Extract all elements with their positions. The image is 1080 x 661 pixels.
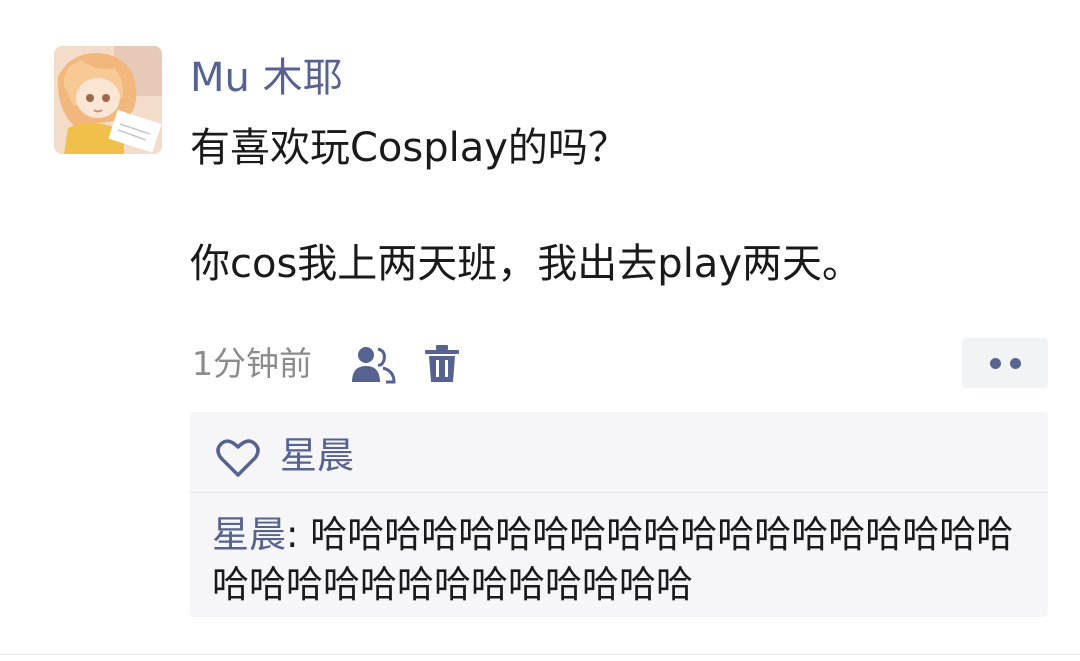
- like-user-name[interactable]: 星晨: [280, 432, 354, 480]
- trash-icon[interactable]: [424, 344, 460, 384]
- divider: [0, 654, 1080, 655]
- avatar-image: [54, 46, 162, 154]
- heart-icon: [216, 439, 260, 477]
- more-dots-icon: [1010, 358, 1021, 369]
- more-options-button[interactable]: [962, 338, 1048, 388]
- comment-author[interactable]: 星晨: [212, 513, 286, 556]
- post-text-line-2: 你cos我上两天班，我出去play两天。: [190, 241, 862, 287]
- avatar[interactable]: [54, 46, 162, 154]
- post-timestamp: 1分钟前: [192, 344, 312, 383]
- post-author-name[interactable]: Mu 木耶: [190, 52, 343, 104]
- comment-text: 哈哈哈哈哈哈哈哈哈哈哈哈哈哈哈哈哈哈哈哈哈哈哈哈哈哈哈哈哈哈哈哈: [212, 513, 1014, 606]
- comment-item[interactable]: 星晨: 哈哈哈哈哈哈哈哈哈哈哈哈哈哈哈哈哈哈哈哈哈哈哈哈哈哈哈哈哈哈哈哈: [212, 510, 1022, 610]
- divider: [190, 492, 1048, 493]
- more-dots-icon: [990, 358, 1001, 369]
- likes-comments-panel: 星晨 星晨: 哈哈哈哈哈哈哈哈哈哈哈哈哈哈哈哈哈哈哈哈哈哈哈哈哈哈哈哈哈哈哈哈: [190, 412, 1048, 617]
- comment-separator: :: [286, 513, 311, 556]
- post-text-line-1: 有喜欢玩Cosplay的吗？: [190, 125, 628, 171]
- people-icon[interactable]: [350, 344, 396, 384]
